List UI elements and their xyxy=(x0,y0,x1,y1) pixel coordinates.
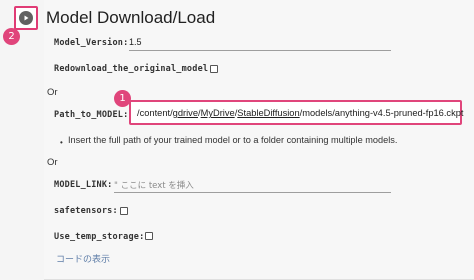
path-to-model-field[interactable]: /content/gdrive/MyDrive/StableDiffusion/… xyxy=(129,100,464,125)
safetensors-checkbox[interactable] xyxy=(120,207,128,215)
or-separator-2: Or xyxy=(47,157,58,168)
model-version-underline xyxy=(129,50,391,51)
model-link-label: MODEL_LINK: xyxy=(54,180,113,190)
model-link-input[interactable]: " ここに text を挿入 xyxy=(114,179,194,191)
cell-title: Model Download/Load xyxy=(46,8,216,27)
safetensors-label: safetensors: xyxy=(54,206,118,216)
path-to-model-value: /content/gdrive/MyDrive/StableDiffusion/… xyxy=(137,108,464,118)
use-temp-storage-checkbox[interactable] xyxy=(145,232,153,240)
redownload-label: Redownload_the_original_model: xyxy=(54,64,214,74)
model-version-label: Model_Version: xyxy=(54,38,129,48)
play-icon xyxy=(19,11,33,25)
redownload-checkbox[interactable] xyxy=(210,65,218,73)
model-version-value[interactable]: 1.5 xyxy=(129,37,142,47)
bullet-icon: • xyxy=(60,138,63,147)
annotation-badge-path: 1 xyxy=(114,90,131,107)
or-separator-1: Or xyxy=(47,87,58,98)
use-temp-storage-label: Use_temp_storage: xyxy=(54,232,145,242)
annotation-badge-run: 2 xyxy=(3,28,20,45)
path-to-model-label: Path_to_MODEL: xyxy=(54,110,129,120)
run-cell-button[interactable] xyxy=(14,6,38,30)
path-hint: Insert the full path of your trained mod… xyxy=(68,135,398,145)
notebook-cell: 2 Model Download/Load Model_Version: 1.5… xyxy=(0,0,474,280)
model-link-underline xyxy=(114,192,391,193)
show-code-link[interactable]: コードの表示 xyxy=(56,252,110,265)
